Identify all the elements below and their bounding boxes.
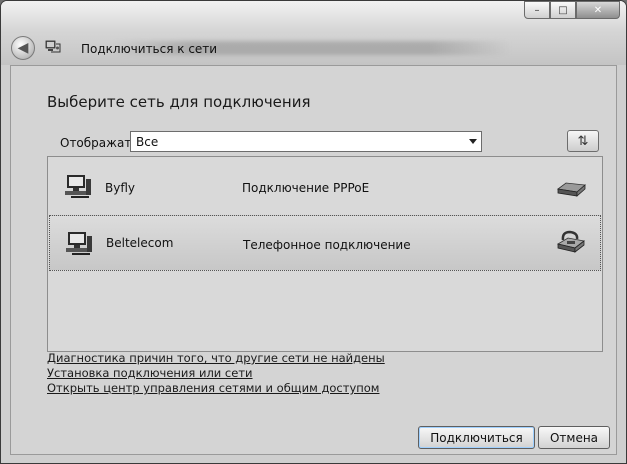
window-title: Подключиться к сети [81,42,218,56]
telephone-modem-icon [556,230,585,253]
dialog-content: Выберите сеть для подключения Отображать… [10,65,617,455]
network-name: Beltelecom [106,236,174,250]
page-heading: Выберите сеть для подключения [47,93,311,111]
filter-label: Отображать [60,136,139,150]
network-list: Byfly Подключение PPPoE Beltelecom Телеф… [47,156,603,352]
network-connect-icon [45,40,61,53]
diagnose-networks-link[interactable]: Диагностика причин того, что другие сети… [47,351,385,366]
back-arrow-icon: ◀ [17,40,29,56]
refresh-icon: ⇅ [577,133,589,149]
window-caption-buttons: – □ ✕ [524,1,620,19]
connect-button[interactable]: Подключиться [418,426,535,449]
filter-selected-value: Все [136,134,159,149]
network-type: Телефонное подключение [243,238,411,252]
close-button[interactable]: ✕ [576,1,620,19]
minimize-button[interactable]: – [524,1,550,19]
refresh-button[interactable]: ⇅ [567,130,599,152]
connect-to-network-window: – □ ✕ ◀ Подключиться к сети Выберите сет… [0,0,627,464]
network-center-link[interactable]: Открыть центр управления сетями и общим … [47,381,385,396]
network-row-byfly[interactable]: Byfly Подключение PPPoE [49,159,601,215]
chevron-down-icon [469,139,477,144]
network-computer-icon [66,232,92,255]
back-button[interactable]: ◀ [11,36,35,60]
maximize-button[interactable]: □ [550,1,576,19]
help-links: Диагностика причин того, что другие сети… [47,351,385,396]
network-name: Byfly [105,181,135,195]
setup-connection-link[interactable]: Установка подключения или сети [47,366,385,381]
network-computer-icon [65,175,91,198]
filter-dropdown[interactable]: Все [130,131,482,152]
network-type: Подключение PPPoE [242,181,370,195]
network-row-beltelecom[interactable]: Beltelecom Телефонное подключение [49,215,601,271]
cancel-button[interactable]: Отмена [538,426,610,449]
broadband-modem-icon [557,182,586,197]
